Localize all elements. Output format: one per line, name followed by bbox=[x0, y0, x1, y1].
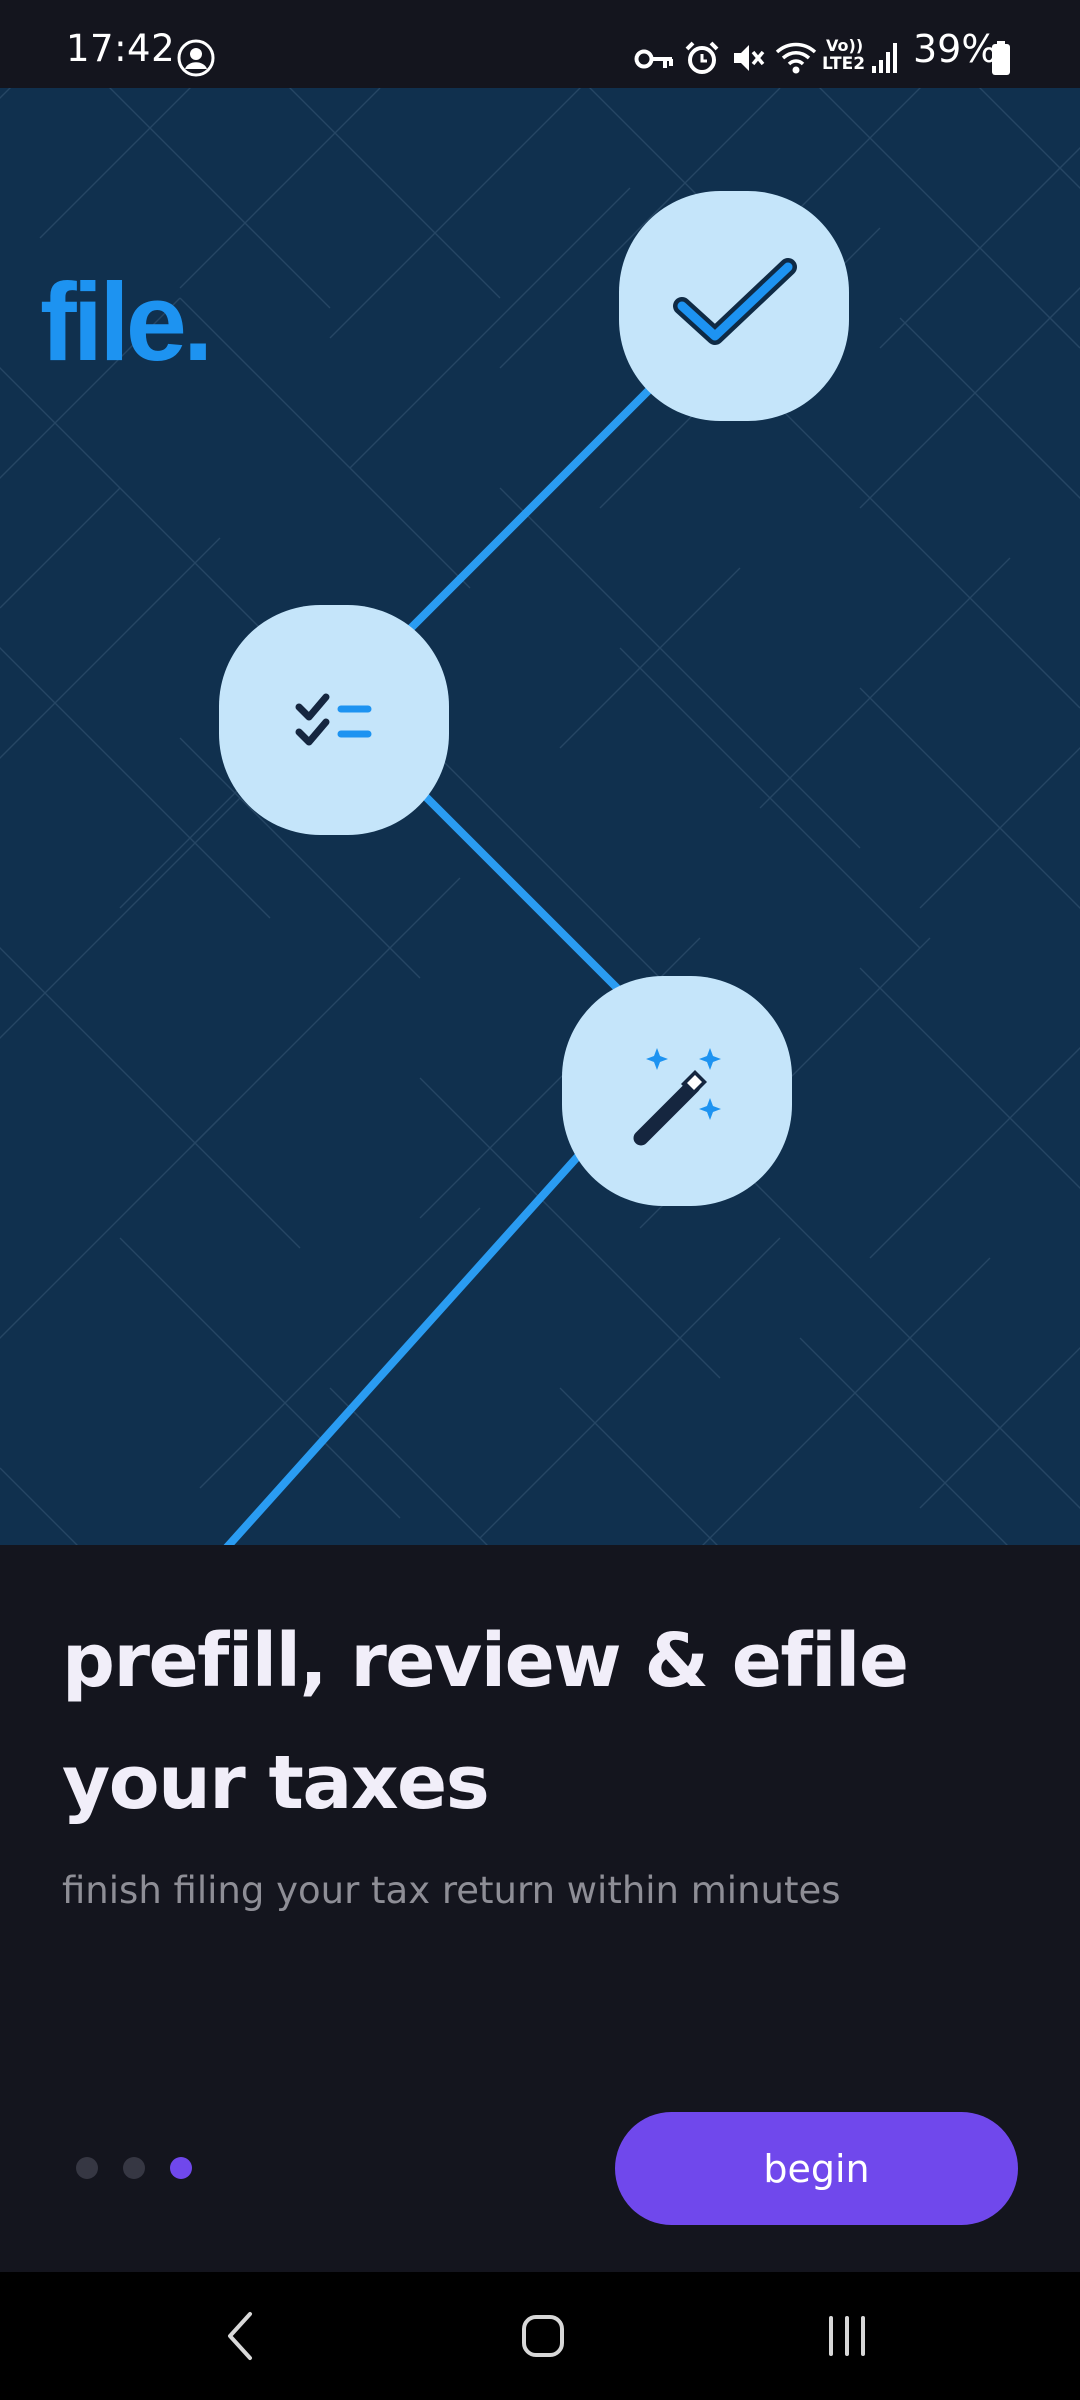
onboarding-screen: 17:42 Vo)) LTE2 39% file. prefill, revie… bbox=[0, 0, 1080, 2400]
page-title: prefill, review & efile your taxes bbox=[62, 1600, 1022, 1844]
progress-path bbox=[223, 301, 738, 1545]
vpn-key-icon bbox=[634, 46, 674, 76]
dnd-avatar-icon bbox=[176, 38, 216, 82]
page-dot-2[interactable] bbox=[123, 2157, 145, 2179]
recents-icon[interactable] bbox=[797, 2296, 897, 2376]
signal-icon bbox=[870, 40, 900, 78]
alarm-icon bbox=[684, 40, 720, 80]
magic-wand-icon bbox=[633, 1048, 721, 1146]
home-icon[interactable] bbox=[493, 2296, 593, 2376]
step-bubble-efile bbox=[562, 976, 792, 1206]
mute-icon bbox=[730, 40, 766, 80]
checklist-icon bbox=[295, 693, 372, 746]
battery-percent: 39% bbox=[913, 27, 998, 71]
step-bubble-review bbox=[219, 605, 449, 835]
page-dot-3[interactable] bbox=[170, 2157, 192, 2179]
app-logo: file. bbox=[40, 261, 213, 384]
step-bubble-complete bbox=[619, 191, 849, 421]
hero-illustration: file. bbox=[0, 88, 1080, 1545]
status-bar: 17:42 Vo)) LTE2 39% bbox=[0, 0, 1080, 88]
volte-top-label: Vo)) bbox=[826, 36, 864, 55]
checkmark-icon bbox=[673, 258, 797, 345]
headline-line-2: your taxes bbox=[62, 1740, 490, 1826]
headline-line-1: prefill, review & efile bbox=[62, 1618, 909, 1704]
battery-icon bbox=[990, 40, 1012, 80]
status-time: 17:42 bbox=[66, 27, 176, 70]
page-dot-1[interactable] bbox=[76, 2157, 98, 2179]
volte-bottom-label: LTE2 bbox=[822, 54, 866, 74]
page-subtitle: finish filing your tax return within min… bbox=[62, 1869, 841, 1912]
back-icon[interactable] bbox=[190, 2296, 290, 2376]
wifi-icon bbox=[774, 40, 818, 80]
begin-button[interactable]: begin bbox=[615, 2112, 1018, 2225]
system-navigation-bar bbox=[0, 2272, 1080, 2400]
